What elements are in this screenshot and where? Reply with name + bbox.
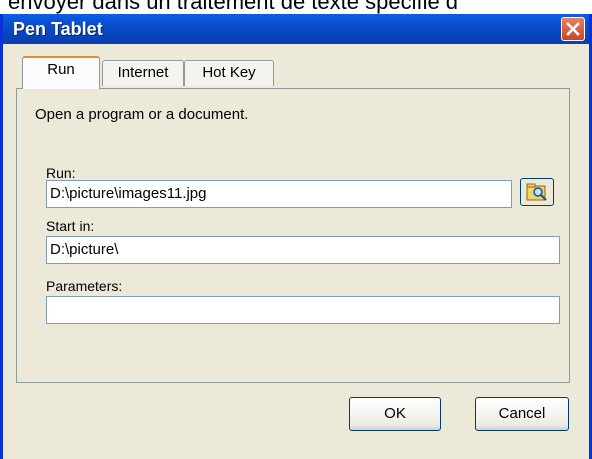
run-label: Run: — [46, 165, 76, 181]
background-document-text: envoyer dans un traitement de texte spéc… — [8, 0, 459, 14]
tab-internet-label: Internet — [117, 64, 169, 81]
run-input[interactable]: D:\picture\images11.jpg — [46, 180, 512, 208]
tab-run[interactable]: Run — [22, 56, 100, 89]
browse-button[interactable] — [520, 178, 554, 206]
cancel-button[interactable]: Cancel — [475, 397, 569, 431]
close-button[interactable] — [561, 17, 585, 41]
ok-button-label: OK — [384, 405, 406, 422]
window-title: Pen Tablet — [13, 19, 103, 39]
parameters-input[interactable] — [46, 296, 560, 324]
tab-hot-key[interactable]: Hot Key — [184, 60, 274, 86]
title-bar[interactable]: Pen Tablet — [3, 14, 589, 44]
parameters-label: Parameters: — [46, 278, 123, 294]
ok-button[interactable]: OK — [349, 397, 441, 431]
cancel-button-label: Cancel — [498, 405, 546, 422]
browse-folder-icon — [526, 183, 547, 201]
start-in-label: Start in: — [46, 218, 95, 234]
start-in-input[interactable]: D:\picture\ — [46, 236, 560, 264]
close-icon — [566, 22, 580, 36]
tab-run-label: Run — [47, 61, 75, 78]
run-description: Open a program or a document. — [35, 106, 249, 123]
tab-hot-key-label: Hot Key — [202, 64, 256, 81]
tab-internet[interactable]: Internet — [102, 60, 184, 86]
